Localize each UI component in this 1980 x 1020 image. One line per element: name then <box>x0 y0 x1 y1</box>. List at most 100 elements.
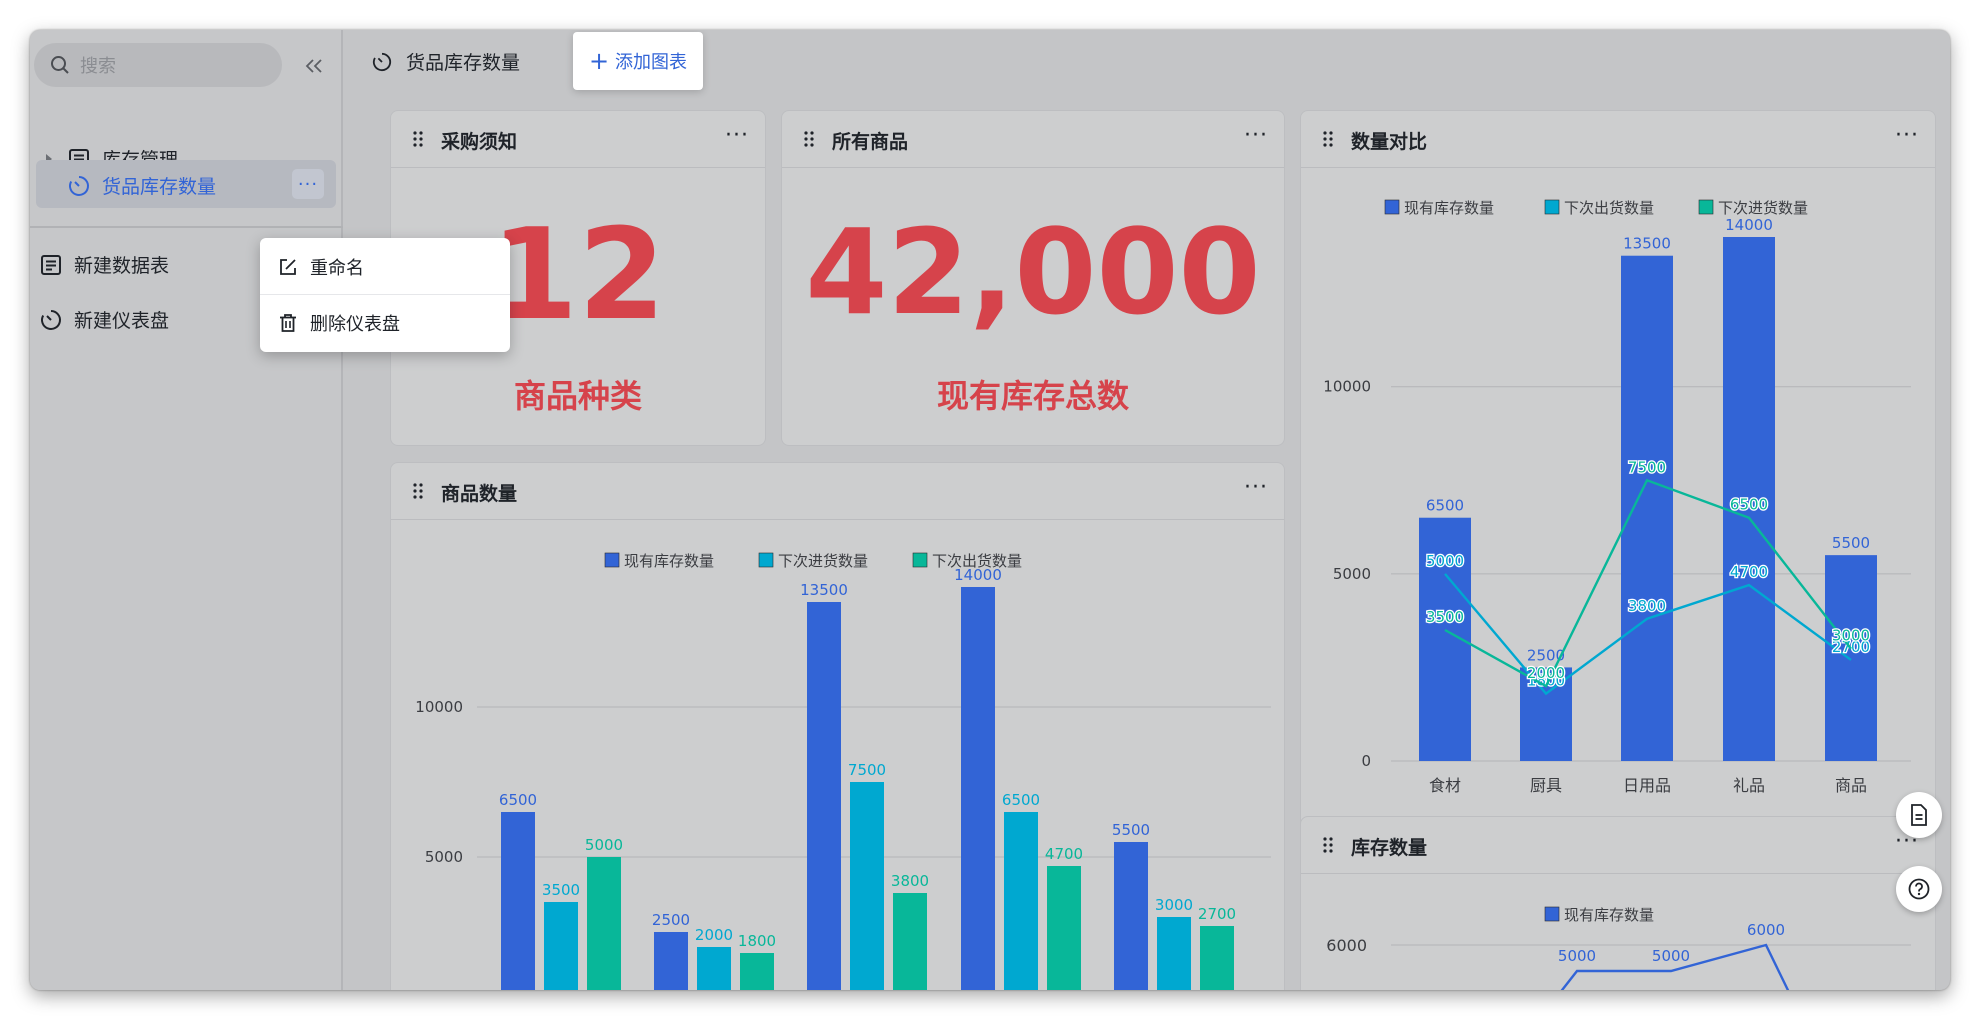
card-header: 采购须知 ··· <box>391 111 765 168</box>
legend-swatch <box>1698 199 1714 215</box>
bar-value-label: 5000 <box>585 836 623 854</box>
legend-swatch <box>1544 199 1560 215</box>
metric-label: 现有库存总数 <box>936 377 1129 415</box>
bar-value-label: 4700 <box>1045 845 1083 863</box>
y-tick-label: 5000 <box>425 848 463 866</box>
y-tick-label: 5000 <box>1333 565 1371 583</box>
bar <box>654 932 688 990</box>
stock-quantity-chart: 现有库存数量 6000 5000 5000 6000 <box>1326 906 1911 990</box>
y-tick-label: 6000 <box>1326 936 1367 955</box>
bar-value-label: 13500 <box>1623 235 1671 253</box>
bar <box>893 893 927 990</box>
add-chart-label: 添加图表 <box>615 52 688 73</box>
card-header: 所有商品 ··· <box>782 111 1284 168</box>
card-more-button[interactable]: ··· <box>1244 123 1268 148</box>
menu-item-label: 重命名 <box>310 258 364 279</box>
bar-value-label: 6500 <box>499 791 537 809</box>
sidebar-item-new-dashboard[interactable]: 新建仪表盘 <box>40 306 169 333</box>
sidebar-item-label: 货品库存数量 <box>102 176 217 198</box>
bar <box>961 587 995 990</box>
more-options-button[interactable]: ··· <box>292 169 324 199</box>
bar-value-label: 2000 <box>695 926 733 944</box>
dashboard-icon <box>372 52 392 71</box>
app-window: 搜索 库存管理 货品库存数量 ··· 新建数据表 <box>30 30 1950 990</box>
bar <box>501 812 535 990</box>
x-tick-label: 厨具 <box>1530 776 1562 795</box>
dashboard-icon <box>68 175 90 197</box>
collapse-sidebar-icon[interactable] <box>300 52 328 80</box>
bar-value-label: 2700 <box>1198 905 1236 923</box>
bar-value-label: 2500 <box>652 911 690 929</box>
line-value-label: 3800 <box>1628 597 1666 615</box>
sidebar-item-stock-dashboard[interactable]: 货品库存数量 <box>68 172 216 199</box>
line-value-label: 5000 <box>1558 947 1596 965</box>
bar <box>1157 917 1191 990</box>
legend-swatch <box>604 552 620 568</box>
card-stock-quantity: 库存数量 ··· 现有库存数量 6000 5000 5000 6000 <box>1300 816 1936 990</box>
line-value-label: 5000 <box>1652 947 1690 965</box>
page-title-text: 货品库存数量 <box>406 52 521 74</box>
line-value-label: 6000 <box>1747 921 1785 939</box>
sidebar: 搜索 库存管理 货品库存数量 ··· 新建数据表 <box>30 30 343 990</box>
bar-value-label: 2500 <box>1527 646 1565 664</box>
bar-value-label: 6500 <box>1002 791 1040 809</box>
bar-value-label: 3500 <box>542 881 580 899</box>
menu-item-label: 删除仪表盘 <box>310 314 400 335</box>
legend-label: 现有库存数量 <box>1564 906 1654 924</box>
card-all-products: 所有商品 ··· 42,000 现有库存总数 <box>781 110 1285 446</box>
bar-value-label: 6500 <box>1426 497 1464 515</box>
search-icon <box>51 56 69 74</box>
page-title: 货品库存数量 <box>372 48 520 75</box>
quantity-comparison-chart: 现有库存数量 下次出货数量 下次进货数量 10000 5000 0 6500 2500 1350… <box>1323 199 1911 795</box>
bar-value-label: 7500 <box>848 761 886 779</box>
line-value-label: 4700 <box>1730 563 1768 581</box>
legend-swatch <box>912 552 928 568</box>
table-icon <box>40 254 62 276</box>
drag-handle-icon[interactable] <box>804 131 814 147</box>
menu-item-delete-dashboard[interactable]: 删除仪表盘 <box>278 310 400 336</box>
sidebar-item-label: 新建数据表 <box>74 255 170 277</box>
line-value-label: 3500 <box>1426 608 1464 626</box>
card-quantity-comparison: 数量对比 ··· 现有库存数量 下次出货数量 下次进货数量 10000 5000 0 650… <box>1300 110 1936 830</box>
metric-value: 42,000 <box>805 203 1261 341</box>
add-chart-button[interactable]: + 添加图表 <box>573 32 703 90</box>
bar <box>697 947 731 990</box>
line-value-label: 6500 <box>1730 496 1768 514</box>
metric-label: 商品种类 <box>513 377 642 415</box>
y-tick-label: 10000 <box>1323 378 1371 396</box>
legend-label: 下次进货数量 <box>1718 199 1808 217</box>
line-value-label: 5000 <box>1426 552 1464 570</box>
bar <box>807 602 841 990</box>
x-tick-label: 商品 <box>1835 776 1867 795</box>
x-tick-label: 礼品 <box>1733 776 1765 795</box>
bar-value-label: 14000 <box>954 566 1002 584</box>
help-button[interactable] <box>1896 866 1942 912</box>
line-value-label: 3000 <box>1832 627 1870 645</box>
legend-label: 下次进货数量 <box>778 552 868 570</box>
document-button[interactable] <box>1896 792 1942 838</box>
sidebar-item-label: 新建仪表盘 <box>74 310 170 332</box>
drag-handle-icon[interactable] <box>413 131 423 147</box>
bar-value-label: 13500 <box>800 581 848 599</box>
bar <box>587 857 621 990</box>
card-more-button[interactable]: ··· <box>725 123 749 148</box>
edit-icon <box>280 259 296 275</box>
bar <box>1047 866 1081 990</box>
help-icon <box>1908 878 1930 900</box>
bar-value-label: 3000 <box>1155 896 1193 914</box>
legend-swatch <box>1544 906 1560 922</box>
search-input[interactable]: 搜索 <box>34 43 282 87</box>
line-value-label: 2000 <box>1527 664 1565 682</box>
sidebar-item-new-table[interactable]: 新建数据表 <box>40 251 169 278</box>
line-value-label: 7500 <box>1628 458 1666 476</box>
menu-item-rename[interactable]: 重命名 <box>278 254 364 280</box>
bar <box>1004 812 1038 990</box>
bar-value-label: 3800 <box>891 872 929 890</box>
context-menu: 重命名 删除仪表盘 <box>260 238 510 352</box>
bar <box>740 953 774 990</box>
bar-value-label: 14000 <box>1725 216 1773 234</box>
bar <box>1825 555 1877 761</box>
legend-label: 下次出货数量 <box>1564 199 1654 217</box>
legend-label: 现有库存数量 <box>624 552 714 570</box>
bar <box>1621 255 1673 761</box>
